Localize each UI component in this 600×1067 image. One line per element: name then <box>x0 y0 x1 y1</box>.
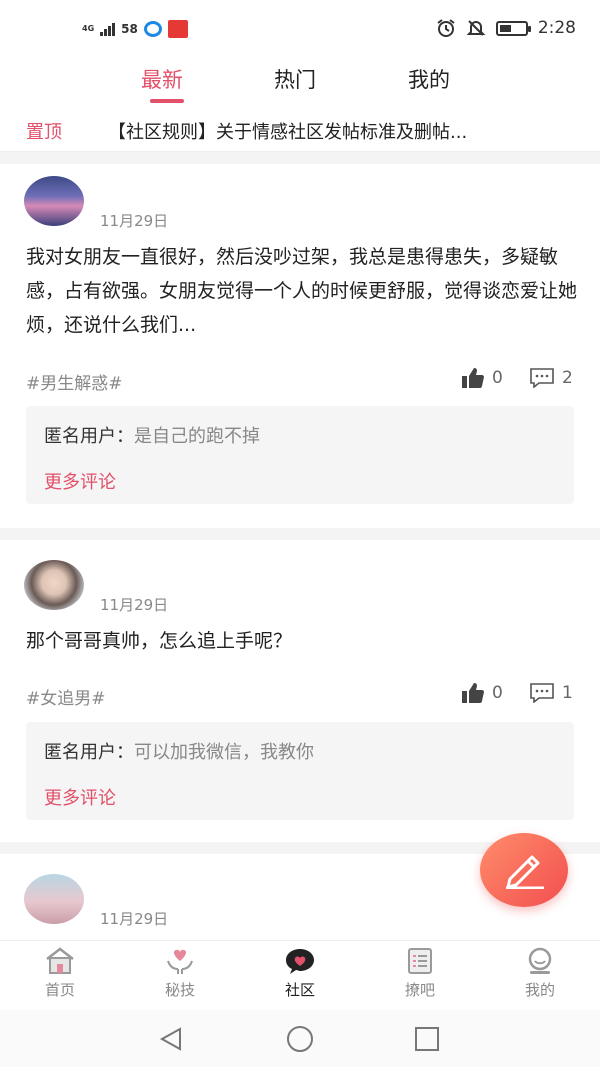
nav-home[interactable]: 首页 <box>20 947 100 1000</box>
avatar[interactable] <box>24 874 84 924</box>
nav-flirt[interactable]: 撩吧 <box>380 947 460 1000</box>
comment-box: 匿名用户：可以加我微信，我教你 更多评论 <box>26 722 574 820</box>
signal-icon <box>100 22 116 36</box>
home-circle-icon[interactable] <box>286 1026 314 1054</box>
comment-count: 1 <box>562 683 573 703</box>
mute-bell-icon <box>466 20 486 36</box>
comment-count: 2 <box>562 368 573 388</box>
pencil-icon <box>506 855 544 889</box>
bottom-nav: 首页 秘技 社区 撩吧 我的 <box>0 940 600 1010</box>
active-tab-indicator <box>150 99 184 103</box>
comment-box: 匿名用户：是自己的跑不掉 更多评论 <box>26 406 574 504</box>
post-card[interactable]: 11月29日 那个哥哥真帅，怎么追上手呢？ #女追男# 0 1 匿名用户：可以加… <box>0 540 600 840</box>
thumbs-up-icon <box>462 683 484 703</box>
nav-label: 撩吧 <box>404 981 435 999</box>
clock: 2:28 <box>537 18 576 38</box>
post-topic[interactable]: #女追男# <box>26 684 106 709</box>
back-icon[interactable] <box>158 1026 184 1052</box>
post-date: 11月29日 <box>100 212 169 230</box>
home-icon <box>46 947 74 974</box>
heart-hands-icon <box>167 949 193 974</box>
recents-icon[interactable] <box>414 1026 440 1052</box>
battery-icon <box>495 20 531 36</box>
comment-text: 是自己的跑不掉 <box>134 426 260 447</box>
pinned-tag: 置顶 <box>26 122 62 143</box>
nav-profile[interactable]: 我的 <box>500 947 580 1000</box>
alarm-icon <box>437 19 455 37</box>
nav-label: 秘技 <box>164 981 195 999</box>
tab-mine[interactable]: 我的 <box>408 64 450 94</box>
profile-icon <box>528 947 552 974</box>
comment-row: 匿名用户：是自己的跑不掉 <box>44 422 260 448</box>
avatar[interactable] <box>24 176 84 226</box>
comment-user: 匿名用户： <box>44 426 134 447</box>
comment-icon <box>530 368 554 388</box>
nav-label: 首页 <box>44 981 75 999</box>
like-count: 0 <box>492 683 503 703</box>
divider <box>0 152 600 164</box>
chat-heart-icon <box>286 949 314 974</box>
post-date: 11月29日 <box>100 910 169 928</box>
tab-hot[interactable]: 热门 <box>274 64 316 94</box>
pinned-title[interactable]: 【社区规则】关于情感社区发帖标准及删帖... <box>108 118 578 144</box>
comment-user: 匿名用户： <box>44 742 134 763</box>
top-tabs: 最新 热门 我的 <box>0 56 600 108</box>
compose-post-button[interactable] <box>480 833 568 907</box>
system-nav-bar <box>0 1010 600 1067</box>
status-left: 4G 58 <box>82 20 188 38</box>
divider <box>0 528 600 540</box>
more-comments-link[interactable]: 更多评论 <box>44 468 116 494</box>
cloud-app-icon <box>143 21 162 37</box>
tab-latest[interactable]: 最新 <box>141 64 183 94</box>
comment-button[interactable]: 1 <box>530 683 573 703</box>
post-date: 11月29日 <box>100 596 169 614</box>
post-card[interactable]: 11月29日 我对女朋友一直很好，然后没吵过架，我总是患得患失，多疑敏感，占有欲… <box>0 164 600 524</box>
list-icon <box>408 948 432 974</box>
like-count: 0 <box>492 368 503 388</box>
nav-label: 社区 <box>284 981 315 999</box>
comment-button[interactable]: 2 <box>530 368 573 388</box>
like-button[interactable]: 0 <box>462 368 503 388</box>
avatar[interactable] <box>24 560 84 610</box>
news-app-icon <box>167 20 188 38</box>
nav-community[interactable]: 社区 <box>260 947 340 1000</box>
comment-row: 匿名用户：可以加我微信，我教你 <box>44 738 314 764</box>
comment-text: 可以加我微信，我教你 <box>134 742 314 763</box>
like-button[interactable]: 0 <box>462 683 503 703</box>
app-58-badge: 58 <box>121 22 138 36</box>
thumbs-up-icon <box>462 368 484 388</box>
nav-tips[interactable]: 秘技 <box>140 947 220 1000</box>
status-right: 2:28 <box>436 18 576 38</box>
post-content[interactable]: 那个哥哥真帅，怎么追上手呢？ <box>26 624 578 658</box>
comment-icon <box>530 683 554 703</box>
pinned-post[interactable]: 置顶 【社区规则】关于情感社区发帖标准及删帖... <box>0 108 600 152</box>
status-bar: 4G 58 2:28 <box>0 0 600 56</box>
network-type: 4G <box>82 24 95 33</box>
more-comments-link[interactable]: 更多评论 <box>44 784 116 810</box>
post-topic[interactable]: #男生解惑# <box>26 369 123 394</box>
nav-label: 我的 <box>524 981 555 999</box>
post-content[interactable]: 我对女朋友一直很好，然后没吵过架，我总是患得患失，多疑敏感，占有欲强。女朋友觉得… <box>26 240 578 342</box>
